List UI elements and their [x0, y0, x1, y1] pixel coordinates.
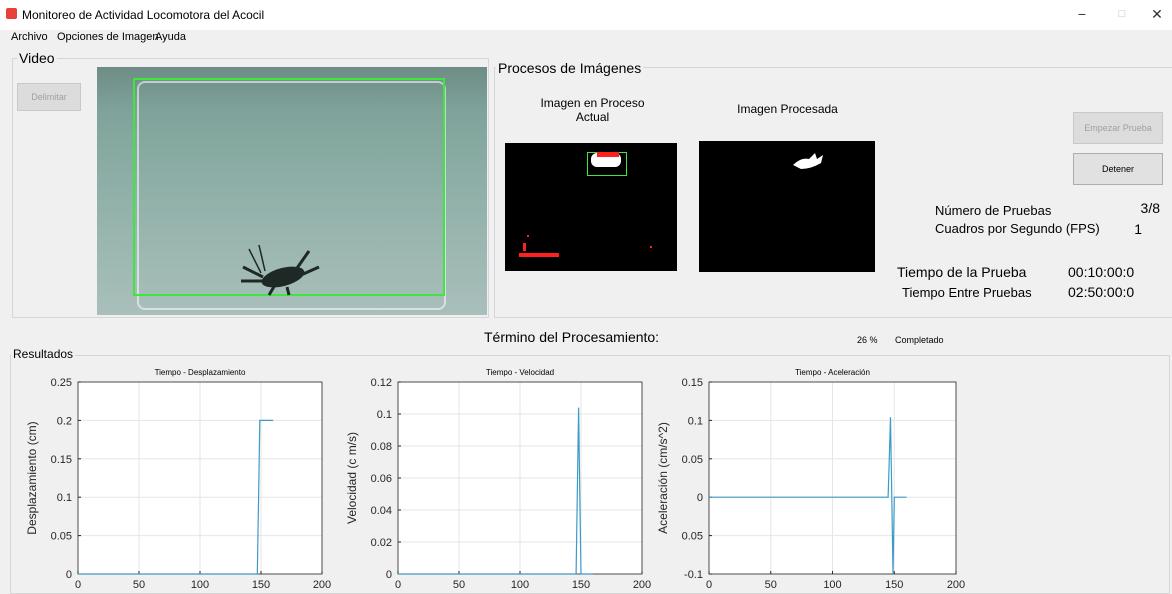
track-point	[527, 235, 529, 237]
delimit-button[interactable]: Delimitar	[17, 83, 81, 111]
maximize-icon[interactable]: □	[1102, 0, 1142, 30]
results-panel-title: Resultados	[11, 347, 76, 361]
y-axis-label: Aceleración (cm/s^2)	[656, 422, 670, 534]
track-point	[523, 243, 526, 251]
app-icon	[6, 8, 17, 19]
x-tick-label: 0	[706, 579, 712, 591]
y-tick-label: 0	[697, 492, 703, 504]
current-image-label: Imagen en Proceso Actual	[505, 96, 680, 124]
displacement-chart: 0 50 100 150 200 0 0.05 0.1 0.15 0.2 0.25 Tiempo - …	[25, 368, 331, 591]
processed-image-label: Imagen Procesada	[737, 102, 838, 116]
crayfish-image	[241, 244, 320, 296]
current-image-label-line2: Actual	[575, 110, 610, 124]
x-tick-label: 200	[313, 579, 331, 591]
x-tick-label: 150	[572, 579, 590, 591]
process-panel-title: Procesos de Imágenes	[496, 60, 644, 76]
y-tick-label: -0.1	[684, 569, 703, 581]
chart-title: Tiempo - Aceleración	[795, 368, 870, 377]
y-tick-label: 0.25	[51, 377, 72, 389]
x-tick-label: 100	[511, 579, 529, 591]
window-title: Monitoreo de Actividad Locomotora del Ac…	[22, 8, 265, 22]
progress-percent: 26 %	[857, 335, 878, 345]
track-point	[650, 246, 652, 248]
current-image-label-line1: Imagen en Proceso	[540, 96, 645, 110]
track-trail	[519, 253, 559, 257]
y-tick-label: 0.02	[371, 537, 392, 549]
y-axis-label: Desplazamiento (cm)	[25, 421, 39, 534]
progress-status: Completado	[895, 335, 944, 345]
chart-title: Tiempo - Velocidad	[486, 368, 554, 377]
menu-bar: Archivo Opciones de Imagen Ayuda	[0, 30, 1172, 44]
y-tick-label: 0.1	[688, 415, 703, 427]
velocity-chart: 0 50 100 150 200 0 0.02 0.04 0.06 0.08 0.1 0.12 Tiem…	[345, 368, 651, 591]
x-tick-label: 150	[252, 579, 270, 591]
video-feed	[97, 67, 487, 315]
y-tick-label: 0.15	[682, 377, 703, 389]
close-icon[interactable]: ✕	[1137, 0, 1172, 30]
y-tick-label: 0.04	[371, 505, 392, 517]
y-tick-label: 0.15	[51, 454, 72, 466]
track-marker	[597, 152, 619, 157]
y-tick-label: 0	[66, 569, 72, 581]
y-tick-label: 0.05	[51, 531, 72, 543]
x-tick-label: 100	[823, 579, 841, 591]
y-tick-label: 0.1	[377, 409, 392, 421]
video-panel-title: Video	[17, 50, 57, 66]
x-tick-label: 50	[133, 579, 145, 591]
x-tick-label: 0	[395, 579, 401, 591]
minimize-icon[interactable]: −	[1062, 0, 1102, 30]
y-tick-label: 0.12	[371, 377, 392, 389]
y-tick-label: 0	[386, 569, 392, 581]
menu-ayuda[interactable]: Ayuda	[155, 31, 186, 43]
current-process-image	[505, 143, 677, 271]
fps-value: 1	[1134, 221, 1142, 237]
stop-button[interactable]: Detener	[1073, 153, 1163, 185]
processed-image	[699, 141, 875, 272]
x-tick-label: 100	[191, 579, 209, 591]
y-tick-label: 0.06	[371, 473, 392, 485]
progress-label: Término del Procesamiento:	[484, 329, 660, 345]
test-time-label: Tiempo de la Prueba	[897, 264, 1027, 280]
x-tick-label: 0	[75, 579, 81, 591]
y-tick-label: 0.2	[57, 415, 72, 427]
y-tick-label: 0.05	[682, 531, 703, 543]
x-tick-label: 150	[885, 579, 903, 591]
start-test-button[interactable]: Empezar Prueba	[1073, 112, 1163, 144]
x-tick-label: 50	[765, 579, 777, 591]
acceleration-chart: 0 50 100 150 200 -0.1 0.05 0 0.05 0.1 0.15 Tiempo -…	[656, 368, 965, 591]
between-time-label: Tiempo Entre Pruebas	[902, 285, 1032, 300]
y-tick-label: 0.08	[371, 441, 392, 453]
x-tick-label: 200	[947, 579, 965, 591]
menu-archivo[interactable]: Archivo	[11, 31, 48, 43]
crayfish-binary	[793, 153, 823, 169]
title-bar: Monitoreo de Actividad Locomotora del Ac…	[0, 0, 1172, 30]
x-tick-label: 50	[453, 579, 465, 591]
between-time-value: 02:50:00:0	[1068, 284, 1135, 300]
y-tick-label: 0.05	[682, 454, 703, 466]
fps-label: Cuadros por Segundo (FPS)	[935, 221, 1100, 236]
tests-label: Número de Pruebas	[935, 203, 1052, 218]
y-axis-label: Velocidad (c m/s)	[345, 432, 359, 524]
tests-value: 3/8	[1140, 200, 1160, 216]
menu-opciones-imagen[interactable]: Opciones de Imagen	[57, 31, 159, 43]
y-tick-label: 0.1	[57, 492, 72, 504]
chart-title: Tiempo - Desplazamiento	[155, 368, 246, 377]
x-tick-label: 200	[633, 579, 651, 591]
test-time-value: 00:10:00:0	[1068, 264, 1135, 280]
